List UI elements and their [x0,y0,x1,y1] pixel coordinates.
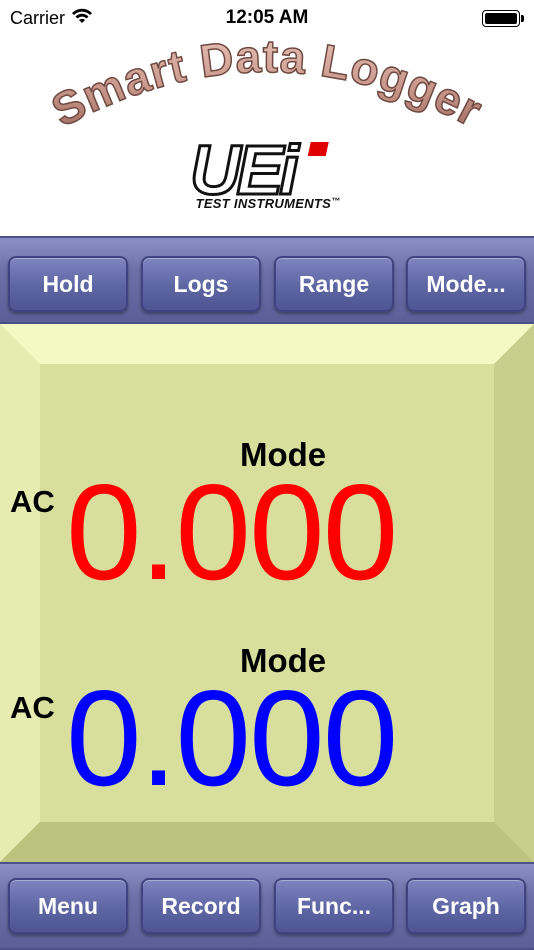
menu-button[interactable]: Menu [8,878,128,934]
app-header: Smart Data Logger UEi TEST INSTRUMENTS™ [0,38,534,236]
logo-subtitle: TEST INSTRUMENTS™ [195,196,341,211]
logs-button[interactable]: Logs [141,256,261,312]
status-bar: Carrier 12:05 AM [0,0,534,38]
battery-full-icon [482,10,524,27]
meter-display: Mode AC 0.000 Mode AC 0.000 [0,324,534,862]
secondary-value: 0.000 [66,662,398,814]
primary-value: 0.000 [66,456,398,608]
function-button[interactable]: Func... [274,878,394,934]
hold-button[interactable]: Hold [8,256,128,312]
svg-text:Smart Data Logger: Smart Data Logger [43,38,491,137]
primary-coupling-label: AC [10,484,55,519]
graph-button[interactable]: Graph [406,878,526,934]
secondary-coupling-label: AC [10,690,55,725]
app-title: Smart Data Logger [42,38,491,137]
bottom-toolbar: Menu Record Func... Graph [0,862,534,950]
range-button[interactable]: Range [274,256,394,312]
record-button[interactable]: Record [141,878,261,934]
mode-button[interactable]: Mode... [406,256,526,312]
top-toolbar: Hold Logs Range Mode... [0,236,534,324]
status-time: 12:05 AM [225,7,309,28]
